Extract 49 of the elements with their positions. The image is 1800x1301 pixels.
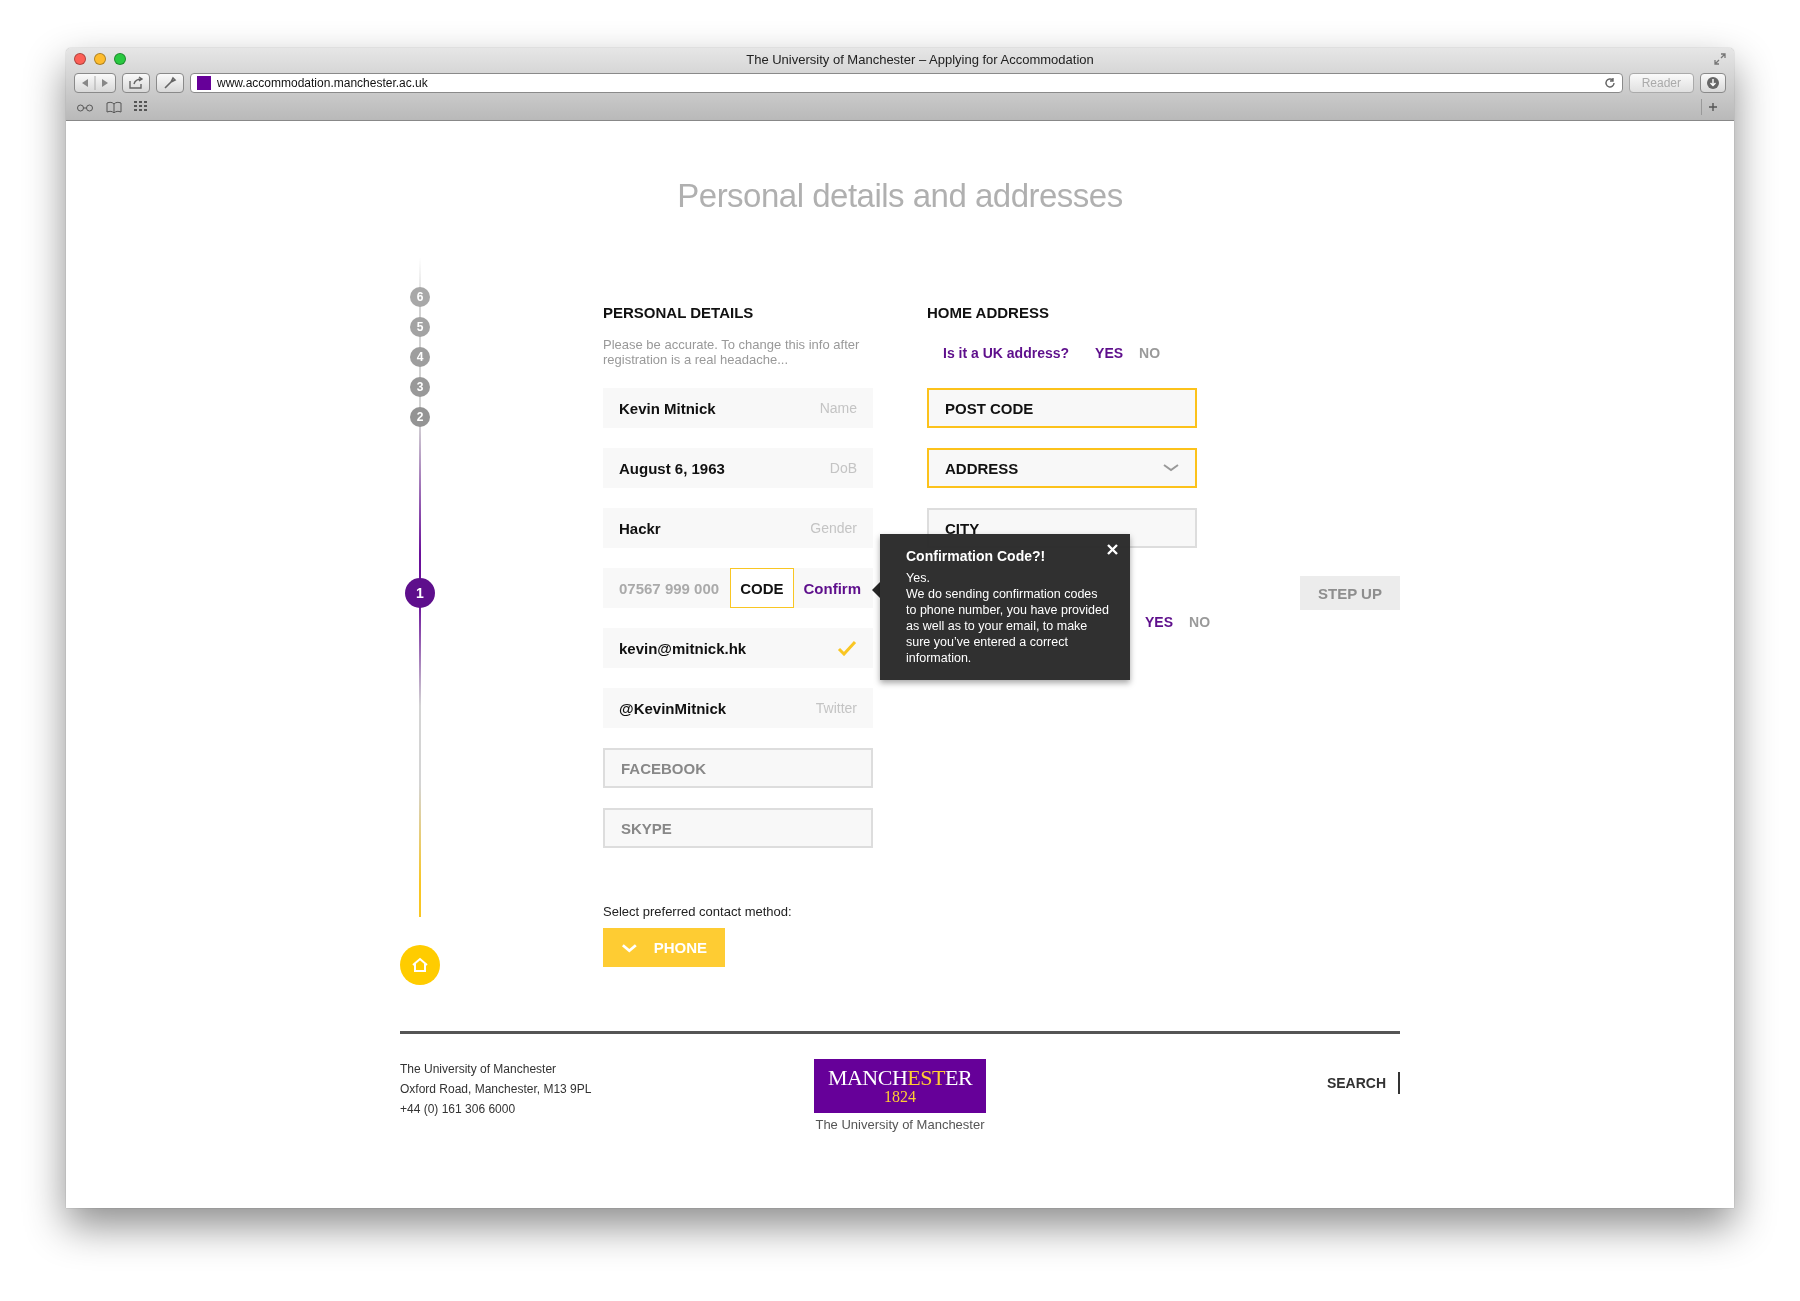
footer-address-line: +44 (0) 161 306 6000	[400, 1101, 517, 1118]
checkmark-icon	[837, 640, 857, 656]
house-icon	[411, 957, 429, 973]
bookmarks-icon[interactable]	[106, 101, 122, 113]
close-button[interactable]	[74, 53, 86, 65]
chevron-down-icon	[1163, 464, 1179, 472]
question-text: Is it a UK address?	[943, 345, 1070, 361]
downloads-button[interactable]	[1700, 73, 1726, 93]
confirm-link[interactable]: Confirm	[803, 579, 861, 597]
minimize-button[interactable]	[94, 53, 106, 65]
hint-text: Please be accurate. To change this info after registration is a real headache...	[603, 337, 861, 367]
section-heading: HOME ADDRESS	[927, 303, 1050, 323]
address-bar[interactable]: www.accommodation.manchester.ac.uk	[190, 73, 1623, 93]
footer-address-line: The University of Manchester	[400, 1061, 558, 1078]
fullscreen-icon[interactable]	[1714, 53, 1726, 65]
code-input[interactable]: CODE	[730, 568, 794, 608]
contact-method-label: Select preferred contact method:	[603, 904, 793, 921]
download-icon	[1706, 76, 1720, 90]
reload-icon[interactable]	[1603, 77, 1616, 89]
back-forward-buttons[interactable]	[74, 73, 116, 93]
tooltip-text: We do sending confirmation codes to phone number, you have provided as well as to your email, to make sure you’ve entered a correct information.	[906, 586, 1110, 666]
tooltip-title: Confirmation Code?!	[906, 548, 1047, 564]
option-toggle[interactable]: YES	[1145, 614, 1173, 630]
window-title: The University of Manchester – Applying for Accommodation	[745, 51, 1095, 67]
site-favicon	[197, 76, 211, 90]
share-icon	[128, 76, 144, 90]
input-field[interactable]: kevin@mitnick.hk	[603, 628, 873, 668]
plus-icon	[1708, 102, 1718, 112]
tools-button[interactable]	[156, 73, 184, 93]
select-field[interactable]: ADDRESS	[927, 448, 1197, 488]
input-field[interactable]: POST CODE	[927, 388, 1197, 428]
logo-caption: The University of Manchester	[815, 1117, 985, 1132]
share-button[interactable]	[122, 73, 150, 93]
chevron-down-icon	[621, 942, 638, 953]
top-sites-icon[interactable]	[134, 101, 148, 113]
step-marker[interactable]: 1	[405, 578, 435, 608]
university-logo: MANCHESTER 1824	[814, 1059, 986, 1113]
reading-list-icon[interactable]	[76, 102, 94, 112]
tooltip-text: Yes.	[906, 570, 931, 586]
home-step-marker[interactable]	[400, 945, 440, 985]
close-icon[interactable]	[1107, 544, 1118, 555]
zoom-button[interactable]	[114, 53, 126, 65]
search-link[interactable]: SEARCH	[1326, 1072, 1400, 1094]
phone-field[interactable]: 07567 999 000 CODE Confirm	[603, 568, 873, 608]
footer-address-line: Oxford Road, Manchester, M13 9PL	[400, 1081, 593, 1098]
wrench-icon	[163, 76, 177, 90]
option-toggle[interactable]: YES	[1095, 345, 1124, 361]
page-title: Personal details and addresses	[676, 177, 1124, 216]
section-heading: PERSONAL DETAILS	[603, 303, 755, 323]
